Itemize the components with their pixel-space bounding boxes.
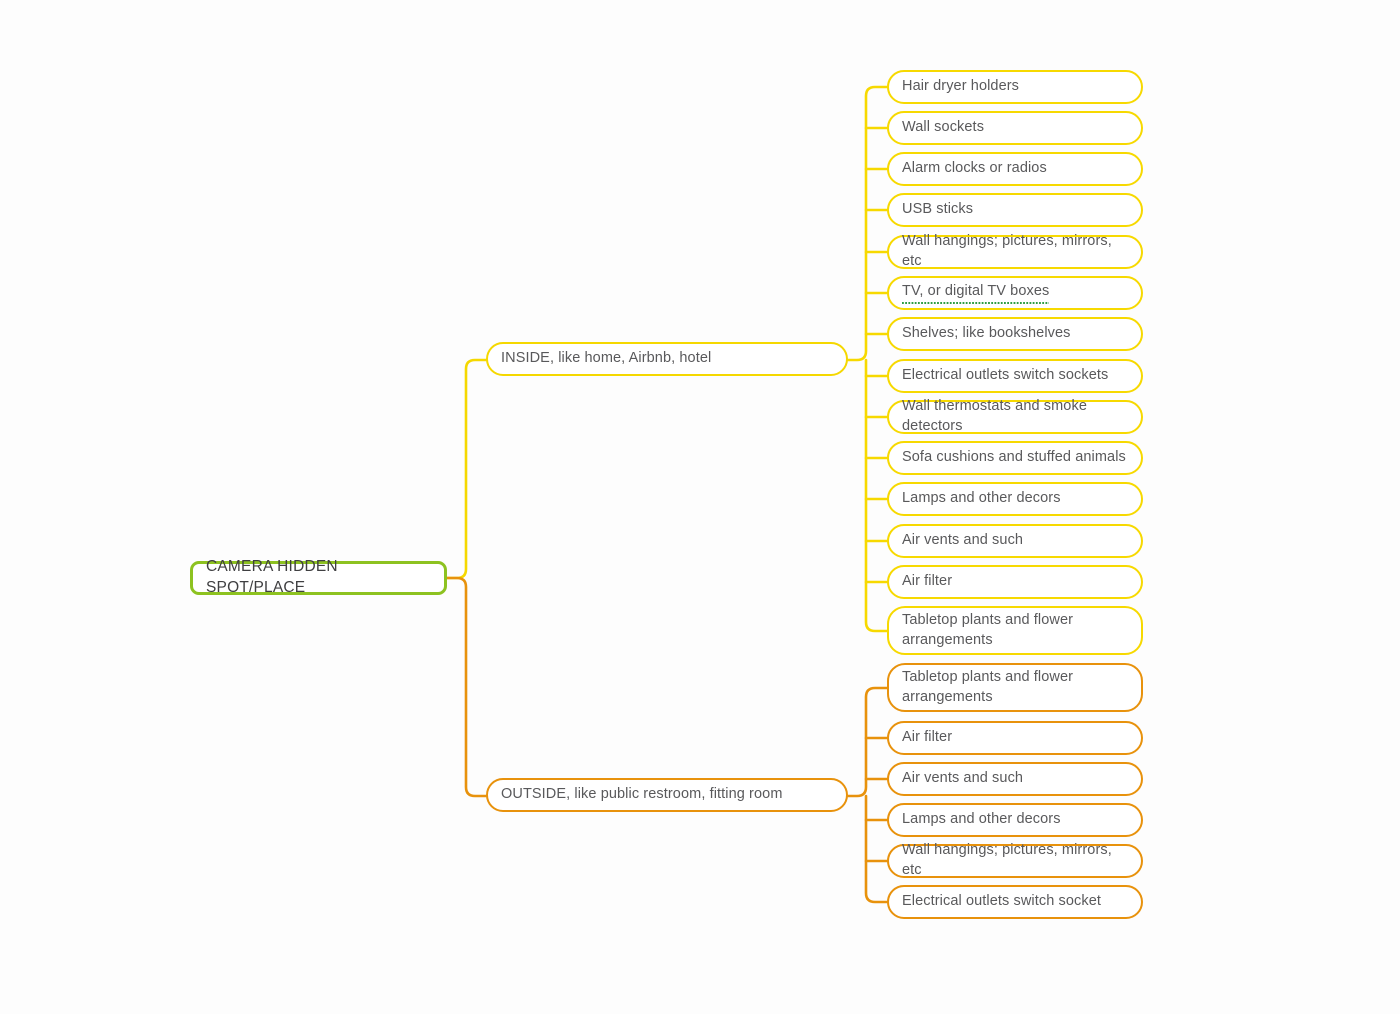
connector-inside-to-spine: [846, 85, 889, 362]
leaf-label: Wall thermostats and smoke detectors: [902, 398, 1087, 434]
leaf-node-inside-sofa-cushions-and-stuffed-animals[interactable]: Sofa cushions and stuffed animals: [887, 441, 1143, 475]
leaf-node-outside-wall-hangings[interactable]: Wall hangings; pictures, mirrors, etc: [887, 842, 1143, 878]
leaf-label: Electrical outlets switch sockets: [902, 367, 1109, 384]
branch-node-inside[interactable]: INSIDE, like home, Airbnb, hotel: [486, 342, 848, 376]
connector-lines: [445, 85, 889, 904]
leaf-label: USB sticks: [902, 201, 974, 218]
leaf-label: Alarm clocks or radios: [902, 160, 1047, 177]
leaf-label: Shelves; like bookshelves: [902, 325, 1071, 342]
leaf-node-inside-wall-hangings[interactable]: Wall hangings; pictures, mirrors, etc: [887, 233, 1143, 269]
leaf-node-inside-air-filter[interactable]: Air filter: [887, 565, 1143, 599]
connector-root-to-inside: [445, 358, 488, 580]
leaf-node-inside-tabletop-plants-and-flower-arrangements[interactable]: Tabletop plants and flower arrangements: [887, 606, 1143, 655]
leaf-label: Air vents and such: [902, 532, 1024, 549]
leaf-node-inside-tv-or-digital-tv-boxes[interactable]: TV, or digital TV boxes: [887, 276, 1143, 310]
leaf-node-inside-hair-dryer-holders[interactable]: Hair dryer holders: [887, 70, 1143, 104]
branch-node-outside-label: OUTSIDE, like public restroom, fitting r…: [501, 786, 783, 803]
leaf-label: Hair dryer holders: [902, 78, 1020, 95]
leaf-label: Wall hangings; pictures, mirrors, etc: [902, 233, 1112, 269]
leaf-label: Lamps and other decors: [902, 811, 1061, 828]
leaf-node-outside-tabletop-plants-and-flower-arrangements[interactable]: Tabletop plants and flower arrangements: [887, 663, 1143, 712]
leaf-node-outside-air-vents-and-such[interactable]: Air vents and such: [887, 762, 1143, 796]
connector-root-to-outside: [445, 576, 488, 798]
leaf-node-inside-electrical-outlets-switch-sockets[interactable]: Electrical outlets switch sockets: [887, 359, 1143, 393]
leaf-node-inside-lamps-and-other-decors[interactable]: Lamps and other decors: [887, 482, 1143, 516]
leaf-label: Air filter: [902, 729, 953, 746]
connector-outside-to-spine: [846, 686, 889, 798]
leaf-label: Lamps and other decors: [902, 490, 1061, 507]
leaf-node-outside-lamps-and-other-decors[interactable]: Lamps and other decors: [887, 803, 1143, 837]
leaf-node-inside-shelves[interactable]: Shelves; like bookshelves: [887, 317, 1143, 351]
leaf-node-inside-wall-sockets[interactable]: Wall sockets: [887, 111, 1143, 145]
connector-inside-spine-down: [864, 358, 889, 633]
connector-outside-spine-down: [864, 794, 889, 904]
leaf-label: Sofa cushions and stuffed animals: [902, 449, 1126, 466]
leaf-label: Air filter: [902, 573, 953, 590]
leaf-node-inside-usb-sticks[interactable]: USB sticks: [887, 193, 1143, 227]
leaf-node-outside-electrical-outlets-switch-socket[interactable]: Electrical outlets switch socket: [887, 885, 1143, 919]
branch-node-inside-label: INSIDE, like home, Airbnb, hotel: [501, 350, 712, 367]
leaf-node-inside-air-vents-and-such[interactable]: Air vents and such: [887, 524, 1143, 558]
root-node-label: CAMERA HIDDEN SPOT/PLACE: [206, 558, 338, 596]
leaf-node-inside-alarm-clocks-or-radios[interactable]: Alarm clocks or radios: [887, 152, 1143, 186]
leaf-label: Wall hangings; pictures, mirrors, etc: [902, 842, 1112, 878]
root-node[interactable]: CAMERA HIDDEN SPOT/PLACE: [190, 558, 447, 596]
leaf-node-outside-air-filter[interactable]: Air filter: [887, 721, 1143, 755]
leaf-label: TV, or digital TV boxes: [902, 282, 1050, 304]
leaf-node-inside-wall-thermostats-and-smoke-detectors[interactable]: Wall thermostats and smoke detectors: [887, 398, 1143, 434]
leaf-label: Tabletop plants and flower arrangements: [902, 668, 1074, 705]
leaf-label: Tabletop plants and flower arrangements: [902, 611, 1074, 648]
leaf-label: Air vents and such: [902, 770, 1024, 787]
leaf-label: Wall sockets: [902, 119, 985, 136]
leaf-label: Electrical outlets switch socket: [902, 893, 1102, 910]
branch-node-outside[interactable]: OUTSIDE, like public restroom, fitting r…: [486, 778, 848, 812]
mindmap-canvas: CAMERA HIDDEN SPOT/PLACE INSIDE, like ho…: [0, 0, 1400, 1014]
